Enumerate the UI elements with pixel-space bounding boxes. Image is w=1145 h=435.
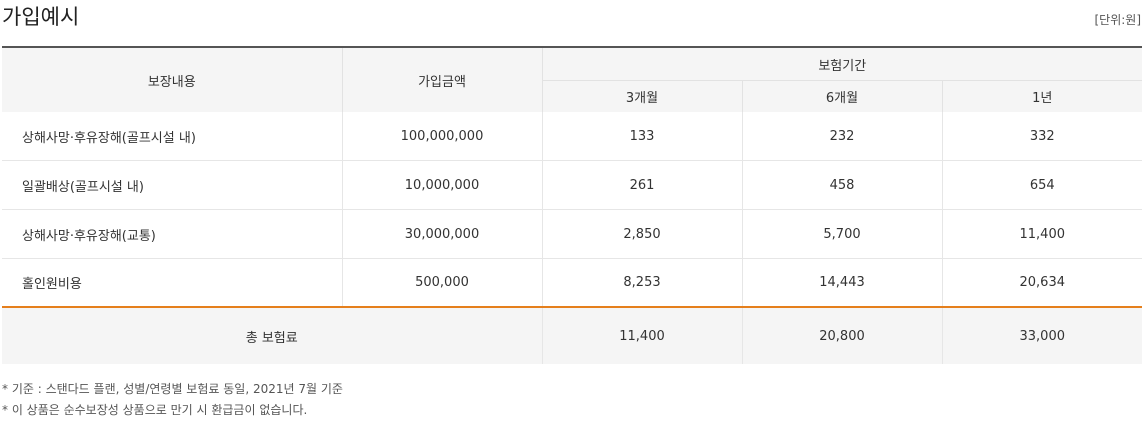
footnote: * 기준 : 스탠다드 플랜, 성별/연령별 보험료 동일, 2021년 7월 … bbox=[2, 382, 343, 396]
coverage-cell: 일괄배상(골프시설 내) bbox=[2, 160, 343, 210]
total-6m-cell: 20,800 bbox=[742, 307, 943, 364]
total-row: 총 보험료 11,400 20,800 33,000 bbox=[2, 307, 1143, 364]
premium-3m-cell: 261 bbox=[542, 160, 743, 210]
coverage-cell: 홀인원비용 bbox=[2, 258, 343, 308]
coverage-cell: 상해사망·후유장해(교통) bbox=[2, 209, 343, 259]
amount-cell: 10,000,000 bbox=[342, 160, 543, 210]
total-label: 총 보험료 bbox=[2, 307, 543, 364]
total-1y-cell: 33,000 bbox=[942, 307, 1143, 364]
premium-6m-cell: 458 bbox=[742, 160, 943, 210]
premium-6m-cell: 5,700 bbox=[742, 209, 943, 259]
total-3m-cell: 11,400 bbox=[542, 307, 743, 364]
header-period-1y: 1년 bbox=[942, 80, 1143, 112]
premium-1y-cell: 654 bbox=[942, 160, 1143, 210]
table-row: 홀인원비용 500,000 8,253 14,443 20,634 bbox=[2, 258, 1143, 308]
premium-6m-cell: 14,443 bbox=[742, 258, 943, 308]
header-period-6m: 6개월 bbox=[742, 80, 943, 112]
premium-1y-cell: 332 bbox=[942, 112, 1143, 161]
amount-cell: 500,000 bbox=[342, 258, 543, 308]
header-amount: 가입금액 bbox=[342, 46, 543, 112]
table-row: 상해사망·후유장해(골프시설 내) 100,000,000 133 232 33… bbox=[2, 112, 1143, 161]
header-coverage: 보장내용 bbox=[2, 46, 343, 112]
footnote: * 이 상품은 순수보장성 상품으로 만기 시 환급금이 없습니다. bbox=[2, 403, 308, 417]
footnotes: * 기준 : 스탠다드 플랜, 성별/연령별 보험료 동일, 2021년 7월 … bbox=[2, 379, 343, 421]
table-row: 상해사망·후유장해(교통) 30,000,000 2,850 5,700 11,… bbox=[2, 209, 1143, 259]
premium-1y-cell: 11,400 bbox=[942, 209, 1143, 259]
coverage-cell: 상해사망·후유장해(골프시설 내) bbox=[2, 112, 343, 161]
amount-cell: 100,000,000 bbox=[342, 112, 543, 161]
premium-example-table: 보장내용 가입금액 보험기간 3개월 6개월 1년 상해사망·후유장해(골프시설… bbox=[2, 46, 1143, 364]
table-header-row: 보장내용 가입금액 보험기간 bbox=[2, 46, 1143, 112]
header-period: 보험기간 bbox=[542, 46, 1143, 81]
amount-cell: 30,000,000 bbox=[342, 209, 543, 259]
premium-3m-cell: 8,253 bbox=[542, 258, 743, 308]
premium-3m-cell: 2,850 bbox=[542, 209, 743, 259]
page-title: 가입예시 bbox=[2, 5, 80, 29]
unit-label: [단위:원] bbox=[1094, 13, 1141, 27]
table-row: 일괄배상(골프시설 내) 10,000,000 261 458 654 bbox=[2, 160, 1143, 210]
premium-3m-cell: 133 bbox=[542, 112, 743, 161]
header-period-3m: 3개월 bbox=[542, 80, 743, 112]
premium-6m-cell: 232 bbox=[742, 112, 943, 161]
premium-1y-cell: 20,634 bbox=[942, 258, 1143, 308]
